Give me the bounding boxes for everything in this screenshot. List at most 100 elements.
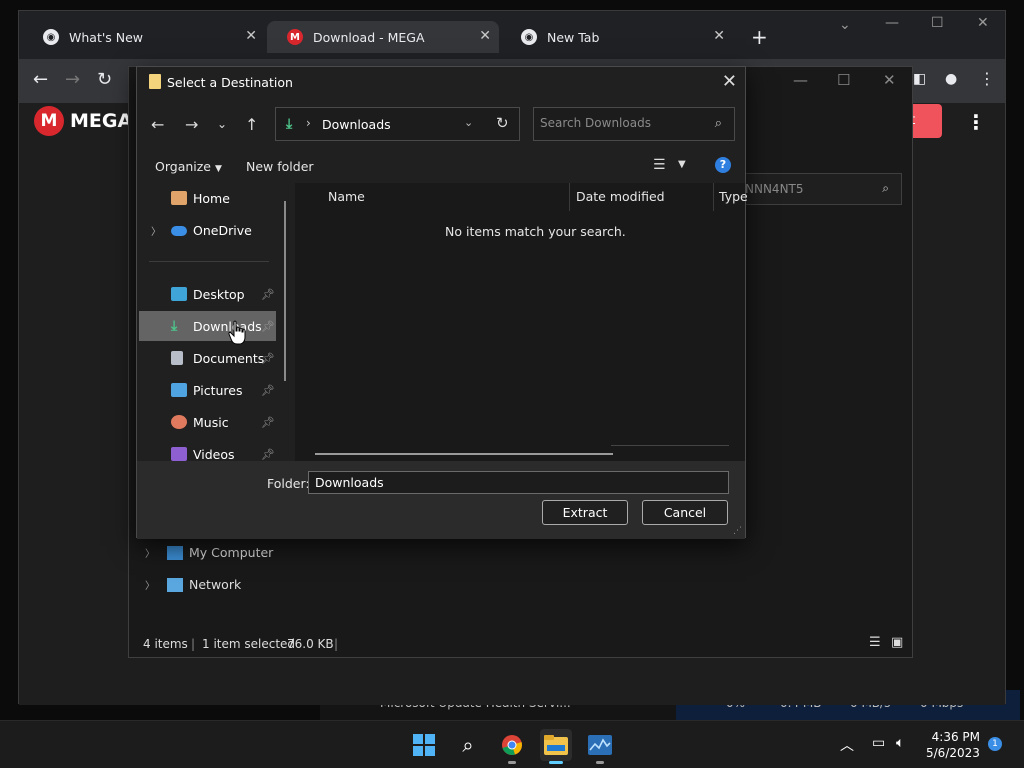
mega-logo[interactable]: M MEGA xyxy=(34,106,132,136)
horizontal-scrollbar[interactable] xyxy=(315,453,613,455)
mega-menu-icon[interactable]: ⋮ xyxy=(966,110,986,134)
caret-down-icon: ▼ xyxy=(215,164,222,174)
taskbar-task-manager[interactable] xyxy=(584,729,616,764)
nav-item-label: Music xyxy=(193,414,229,430)
running-indicator xyxy=(508,761,516,764)
menu-kebab-icon[interactable]: ⋮ xyxy=(979,69,995,88)
sidebar-item-network[interactable]: 〉 Network xyxy=(145,577,241,592)
new-tab-button[interactable]: + xyxy=(751,25,768,49)
taskbar-chrome[interactable] xyxy=(496,729,528,764)
clock-time[interactable]: 4:36 PM xyxy=(928,730,980,744)
back-icon[interactable]: ← xyxy=(33,69,48,90)
search-input[interactable] xyxy=(540,116,700,130)
nav-item-pictures[interactable]: Pictures 📌︎ xyxy=(139,375,276,405)
downloads-icon: ⤓ xyxy=(171,318,178,334)
nav-item-onedrive[interactable]: 〉 OneDrive xyxy=(139,215,276,245)
close-icon[interactable]: ✕ xyxy=(245,28,257,44)
sidebar-item-my-computer[interactable]: 〉 My Computer xyxy=(145,545,273,560)
maximize-button[interactable]: ☐ xyxy=(837,71,850,89)
pictures-icon xyxy=(171,383,187,397)
close-dialog-button[interactable]: ✕ xyxy=(722,71,737,92)
pin-icon[interactable]: 📌︎ xyxy=(261,448,275,461)
status-size: 76.0 KB xyxy=(287,637,334,651)
mega-logo-text: MEGA xyxy=(70,110,133,132)
close-window-button[interactable]: ✕ xyxy=(883,71,896,89)
computer-icon xyxy=(167,545,183,560)
command-bar: Organize ▼ New folder ☰ ▼ ? xyxy=(137,153,745,181)
side-panel-icon[interactable]: ◧ xyxy=(913,71,926,87)
cancel-button[interactable]: Cancel xyxy=(642,500,728,525)
videos-icon xyxy=(171,447,187,461)
tab-label: What's New xyxy=(69,29,144,45)
back-icon[interactable]: ← xyxy=(151,115,164,134)
forward-icon[interactable]: → xyxy=(185,115,198,134)
extract-button[interactable]: Extract xyxy=(542,500,628,525)
view-list-icon[interactable]: ☰ xyxy=(653,157,666,173)
tab-new-tab[interactable]: ◉ New Tab ✕ xyxy=(501,21,733,53)
column-divider[interactable] xyxy=(713,183,714,211)
profile-icon[interactable]: ● xyxy=(945,71,957,87)
tab-whats-new[interactable]: ◉ What's New ✕ xyxy=(23,21,265,53)
nav-item-downloads[interactable]: ⤓ Downloads 📌︎ xyxy=(139,311,276,341)
column-header-date-modified[interactable]: Date modified xyxy=(576,189,665,204)
taskbar-file-explorer[interactable] xyxy=(540,729,572,764)
search-icon: ⌕ xyxy=(882,181,889,195)
status-divider: | xyxy=(191,637,196,651)
address-dropdown-icon[interactable]: ⌄ xyxy=(464,116,473,129)
tab-search-chevron-icon[interactable]: ⌄ xyxy=(839,17,851,33)
nav-item-home[interactable]: Home xyxy=(139,183,276,213)
close-window-button[interactable]: ✕ xyxy=(977,15,989,31)
volume-icon[interactable]: 🔈︎ xyxy=(896,735,904,751)
details-view-icon[interactable]: ☰ xyxy=(869,635,881,650)
column-divider[interactable] xyxy=(569,183,570,211)
folder-label: Folder: xyxy=(267,476,310,491)
sidebar-item-label: Network xyxy=(189,577,242,592)
forward-icon[interactable]: → xyxy=(65,69,80,90)
folder-field[interactable]: Downloads xyxy=(308,471,729,494)
search-box[interactable]: ⌕ xyxy=(533,107,735,141)
pin-icon[interactable]: 📌︎ xyxy=(261,384,275,397)
organize-button[interactable]: Organize ▼ xyxy=(155,159,222,174)
notification-badge[interactable]: 1 xyxy=(988,737,1002,751)
start-button[interactable] xyxy=(408,729,440,761)
refresh-icon[interactable]: ↻ xyxy=(496,114,509,132)
tiles-view-icon[interactable]: ▣ xyxy=(891,635,903,650)
close-icon[interactable]: ✕ xyxy=(479,28,491,44)
caret-down-icon[interactable]: ▼ xyxy=(678,159,686,170)
maximize-button[interactable]: ☐ xyxy=(931,15,944,31)
nav-item-label: Pictures xyxy=(193,382,243,398)
column-header-type[interactable]: Type xyxy=(719,189,748,204)
downloads-icon: ⤓ xyxy=(286,116,293,132)
underlying-search-field[interactable]: NNN4NT5 ⌕ xyxy=(744,173,902,205)
tab-label: New Tab xyxy=(547,29,600,45)
recent-locations-chevron-icon[interactable]: ⌄ xyxy=(217,117,227,131)
select-destination-dialog: Select a Destination ✕ ← → ⌄ ↑ ⤓ › Downl… xyxy=(136,66,748,539)
reload-icon[interactable]: ↻ xyxy=(97,69,112,90)
show-hidden-icons-chevron-up-icon[interactable]: ︿ xyxy=(840,735,854,755)
pin-icon[interactable]: 📌︎ xyxy=(261,352,275,365)
file-list: Name Date modified Type No items match y… xyxy=(295,183,748,461)
up-icon[interactable]: ↑ xyxy=(245,115,258,134)
nav-item-desktop[interactable]: Desktop 📌︎ xyxy=(139,279,276,309)
resize-grip-icon[interactable]: ⋰ xyxy=(733,526,742,536)
close-icon[interactable]: ✕ xyxy=(713,28,725,44)
nav-item-music[interactable]: Music 📌︎ xyxy=(139,407,276,437)
new-folder-button[interactable]: New folder xyxy=(246,159,314,174)
pin-icon[interactable]: 📌︎ xyxy=(261,320,275,333)
clock-date[interactable]: 5/6/2023 xyxy=(926,746,980,760)
help-icon[interactable]: ? xyxy=(715,157,731,173)
pin-icon[interactable]: 📌︎ xyxy=(261,416,275,429)
column-header-name[interactable]: Name xyxy=(328,189,365,204)
minimize-button[interactable]: — xyxy=(885,15,899,31)
navigation-pane: Home 〉 OneDrive Desktop 📌︎ ⤓ Downloads 📌… xyxy=(139,183,292,461)
pin-icon[interactable]: 📌︎ xyxy=(261,288,275,301)
address-bar[interactable]: ⤓ › Downloads ⌄ ↻ xyxy=(275,107,520,141)
minimize-button[interactable]: — xyxy=(793,71,808,89)
network-icon[interactable]: ▭ xyxy=(872,735,885,751)
nav-item-videos[interactable]: Videos 📌︎ xyxy=(139,439,276,461)
nav-item-documents[interactable]: Documents 📌︎ xyxy=(139,343,276,373)
scrollbar-track xyxy=(611,445,729,446)
tab-download-mega[interactable]: M Download - MEGA ✕ xyxy=(267,21,499,53)
nav-pane-scrollbar[interactable] xyxy=(284,201,286,381)
taskbar-search-button[interactable]: ⌕ xyxy=(452,729,484,761)
